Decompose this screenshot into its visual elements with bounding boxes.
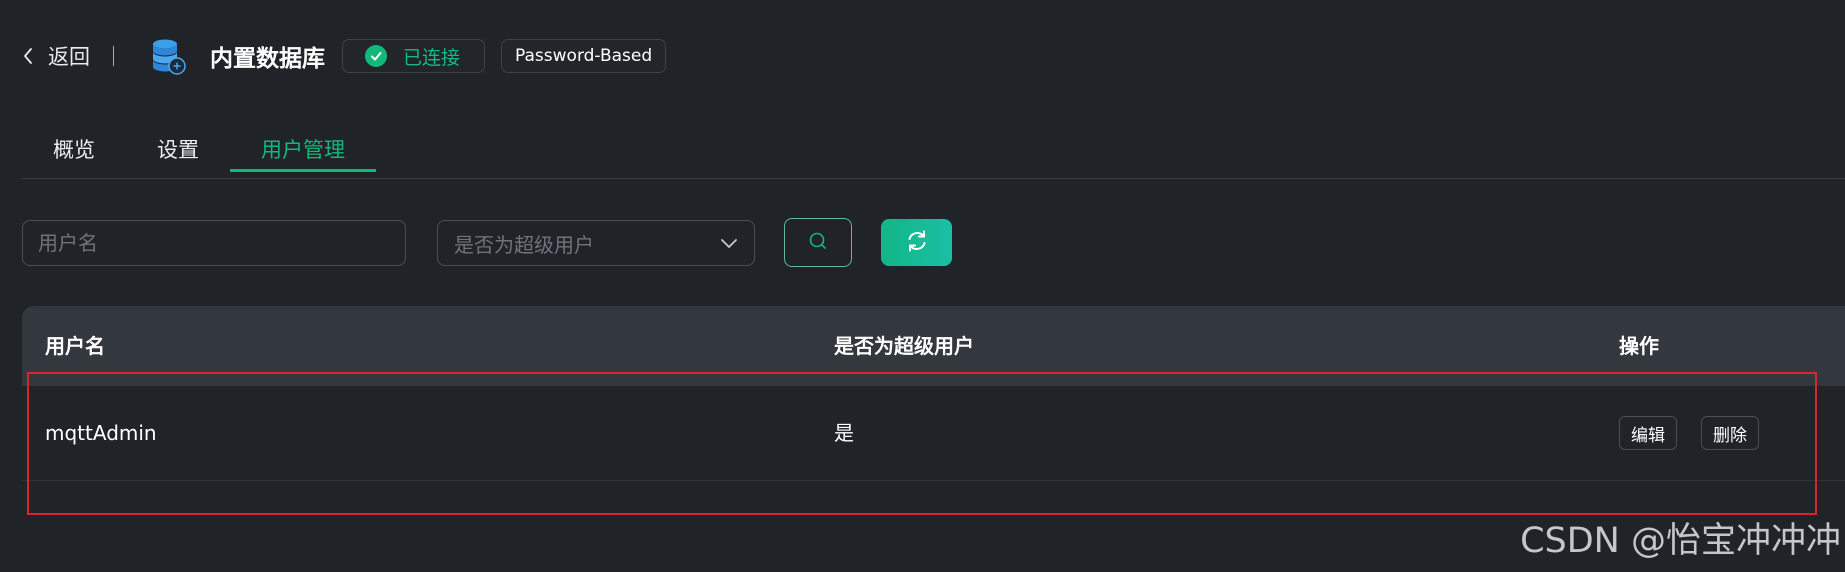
page-title: 内置数据库	[210, 46, 325, 72]
column-header-actions: 操作	[1619, 334, 1659, 358]
refresh-button[interactable]	[881, 219, 952, 266]
cell-username: mqttAdmin	[45, 421, 157, 445]
tab-divider	[22, 178, 1845, 179]
superuser-select-placeholder: 是否为超级用户	[454, 232, 594, 257]
tab-settings[interactable]: 设置	[126, 128, 230, 180]
database-icon	[149, 37, 187, 75]
status-label: 已连接	[403, 46, 461, 69]
tab-user-management[interactable]: 用户管理	[230, 128, 376, 180]
search-icon	[808, 231, 828, 255]
users-table: 用户名 是否为超级用户 操作 mqttAdmin 是 编辑 删除	[22, 306, 1845, 481]
header-divider	[113, 46, 114, 66]
chevron-left-icon	[22, 46, 36, 66]
watermark: CSDN @怡宝冲冲冲	[1520, 521, 1841, 561]
chevron-down-icon	[720, 234, 738, 253]
column-header-username: 用户名	[45, 334, 105, 358]
username-search-input[interactable]	[22, 220, 406, 266]
edit-button[interactable]: 编辑	[1619, 416, 1677, 450]
auth-type-badge: Password-Based	[501, 39, 667, 73]
search-button[interactable]	[784, 218, 852, 267]
refresh-icon	[905, 229, 929, 257]
cell-is-superuser: 是	[834, 421, 854, 445]
back-label: 返回	[48, 45, 90, 69]
back-button[interactable]: 返回	[22, 41, 90, 71]
tab-bar: 概览 设置 用户管理	[22, 128, 376, 180]
table-row: mqttAdmin 是 编辑 删除	[22, 386, 1845, 481]
tab-overview[interactable]: 概览	[22, 128, 126, 180]
superuser-select[interactable]: 是否为超级用户	[437, 220, 755, 266]
page-header: 返回 内置数据库 已连接 Password-Based	[22, 36, 667, 76]
table-header: 用户名 是否为超级用户 操作	[22, 306, 1845, 386]
column-header-superuser: 是否为超级用户	[834, 334, 974, 358]
user-management-page: 返回 内置数据库 已连接 Password-Based 概览 设置 用户管理 用…	[0, 0, 1845, 572]
connection-status-badge: 已连接	[342, 39, 486, 73]
check-circle-icon	[365, 45, 387, 67]
delete-button[interactable]: 删除	[1701, 416, 1759, 450]
